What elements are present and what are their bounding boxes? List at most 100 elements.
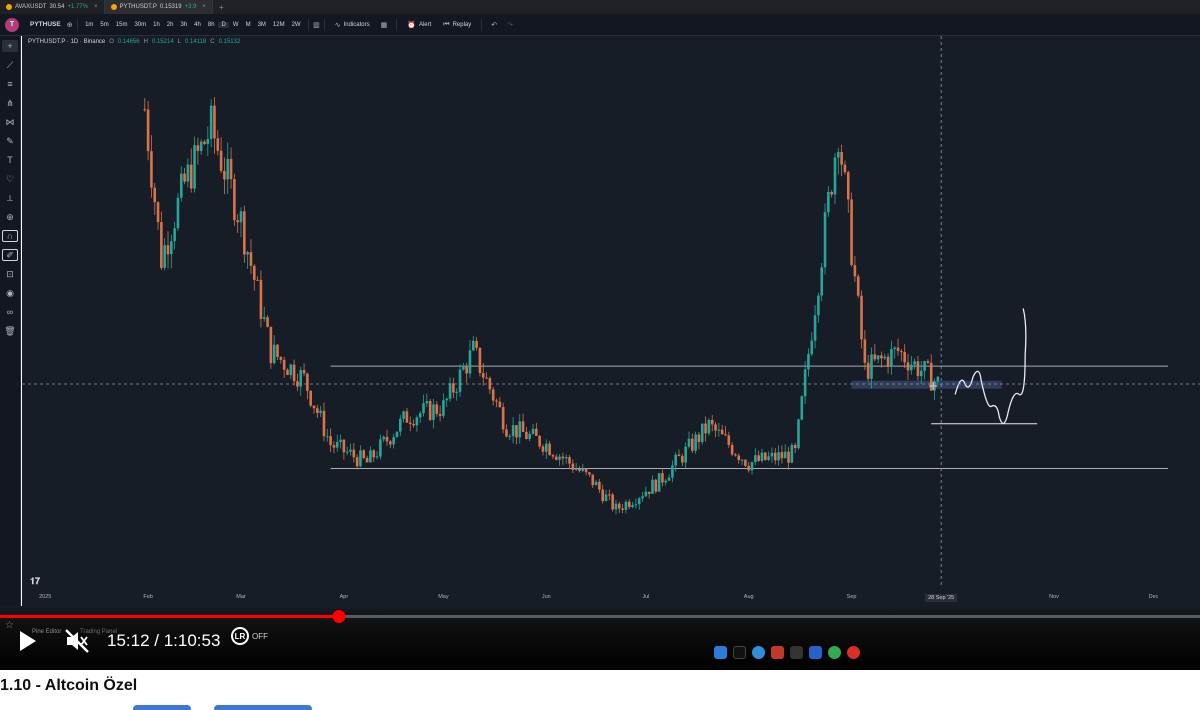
timeframe-2h[interactable]: 2h	[163, 22, 177, 28]
new-tab-button[interactable]: +	[213, 3, 230, 12]
terminal-app-icon[interactable]	[790, 646, 803, 659]
close-icon[interactable]: ×	[94, 4, 98, 10]
candle-body	[349, 449, 352, 452]
candle-body	[880, 355, 883, 359]
pitchfork-icon[interactable]: ⋔	[2, 97, 18, 109]
timeframe-1m[interactable]: 1m	[82, 22, 97, 28]
candle-body	[425, 400, 429, 404]
candle-body	[551, 455, 555, 457]
browser-tab-pythusdt[interactable]: PYTHUSDT.P 0.15319 +3.9 ×	[104, 0, 213, 14]
tradingview-app-icon[interactable]	[733, 646, 746, 659]
stay-in-drawing-icon[interactable]: ✐	[2, 249, 18, 261]
candle-body	[571, 463, 575, 471]
chart-canvas[interactable]	[22, 36, 1200, 606]
templates-grid-icon[interactable]: ▦	[376, 21, 393, 29]
lock-icon[interactable]: ⊡	[2, 268, 18, 280]
channel-action-chip[interactable]	[214, 705, 312, 710]
toolbar-divider	[323, 18, 325, 31]
trend-line-icon[interactable]: ⟋	[2, 59, 18, 71]
chrome-browser-icon[interactable]	[828, 646, 841, 659]
candle-body	[389, 441, 392, 445]
ruler-icon[interactable]: ⟂	[2, 192, 18, 204]
timeframe-1h[interactable]: 1h	[150, 22, 164, 28]
zoom-in-icon[interactable]: ⊕	[2, 211, 18, 223]
edge-browser-icon[interactable]	[752, 646, 765, 659]
timeframe-2w[interactable]: 2W	[288, 22, 304, 28]
eye-icon[interactable]: ◉	[2, 287, 18, 299]
candle-body	[608, 494, 611, 496]
redo-icon[interactable]: ↷	[502, 21, 518, 29]
candle-body	[900, 351, 903, 353]
files-app-icon[interactable]	[809, 646, 822, 659]
language-reactor-toggle[interactable]: LR OFF	[231, 627, 268, 645]
undo-icon[interactable]: ↶	[486, 21, 502, 29]
muted-speaker-icon[interactable]	[64, 628, 90, 654]
recorder-app-icon[interactable]	[847, 646, 860, 659]
favorites-heart-icon[interactable]: ♡	[2, 173, 18, 185]
time-axis-label: Feb	[143, 594, 153, 600]
replay-button[interactable]: ⏮ Replay	[437, 21, 477, 29]
user-avatar[interactable]: T	[5, 17, 19, 32]
trash-icon[interactable]: 🗑	[2, 325, 18, 337]
alert-label: Alert	[418, 21, 432, 28]
pdf-app-icon[interactable]	[771, 646, 784, 659]
play-icon[interactable]	[14, 628, 40, 654]
link-icon[interactable]: ∞	[2, 306, 18, 318]
timeframe-12m[interactable]: 12M	[269, 22, 288, 28]
candle-body	[544, 443, 548, 452]
browser-tab-avaxusdt[interactable]: AVAXUSDT 30.54 +1.77% ×	[0, 0, 105, 14]
candle-body	[764, 452, 767, 460]
windows-start-icon[interactable]	[714, 646, 727, 659]
brush-icon[interactable]: ✎	[2, 135, 18, 147]
candle-body	[156, 202, 160, 223]
timeframe-m[interactable]: M	[242, 22, 254, 28]
candle-body	[345, 451, 349, 453]
crosshair-icon[interactable]: +	[2, 40, 18, 52]
candle-body	[554, 456, 558, 460]
candle-body	[740, 459, 744, 461]
time-axis-label: Nov	[1049, 594, 1059, 600]
timeframe-3h[interactable]: 3h	[177, 22, 191, 28]
toolbar-divider	[396, 18, 398, 31]
candle-body	[422, 403, 425, 414]
indicators-button[interactable]: ∿ Indicators	[329, 21, 376, 29]
scrubber-handle[interactable]	[332, 610, 346, 623]
timeframe-8h[interactable]: 8h	[204, 22, 218, 28]
alert-button[interactable]: ⏰ Alert	[401, 21, 437, 29]
horizontal-lines-icon[interactable]: ≡	[2, 78, 18, 90]
candle-body	[289, 364, 293, 376]
candle-body	[239, 211, 243, 223]
timeframe-3m[interactable]: 3M	[254, 22, 269, 28]
magnet-icon[interactable]: ∩	[2, 230, 18, 242]
timeframe-5m[interactable]: 5m	[97, 22, 112, 28]
candle-body	[276, 344, 279, 357]
ohlc-legend: PYTHUSDT.P · 1D · Binance O 0.14656 H 0.15…	[28, 39, 240, 45]
patterns-icon[interactable]: ⋈	[2, 116, 18, 128]
candle-body	[511, 425, 515, 437]
candle-body	[863, 339, 867, 363]
symbol-search[interactable]: PYTHUSE	[24, 21, 67, 28]
timeframe-w[interactable]: W	[229, 22, 242, 28]
price-chart[interactable]: PYTHUSDT.P · 1D · Binance O 0.14656 H 0.15…	[22, 36, 1200, 606]
candle-body	[677, 454, 681, 457]
timeframe-d[interactable]: D	[218, 21, 230, 28]
candle-body	[773, 452, 777, 461]
video-timecode: 15:12 / 1:10:53	[107, 631, 220, 651]
candle-body	[886, 356, 890, 367]
text-tool-icon[interactable]: T	[2, 154, 18, 166]
star-icon[interactable]: ☆	[5, 620, 14, 631]
candle-body	[837, 151, 840, 158]
timeframe-4h[interactable]: 4h	[191, 22, 205, 28]
candle-body	[415, 417, 419, 426]
tab-symbol: PYTHUSDT.P	[119, 4, 157, 10]
candle-body	[783, 451, 787, 459]
candle-body	[319, 410, 322, 414]
video-progress-bar[interactable]	[0, 610, 1200, 623]
close-icon[interactable]: ×	[202, 4, 206, 10]
candle-body	[793, 444, 797, 449]
timeframe-15m[interactable]: 15m	[112, 22, 131, 28]
channel-action-chip[interactable]	[133, 705, 191, 710]
compare-add-icon[interactable]: ⊕	[67, 21, 73, 29]
chart-type-icon[interactable]: ▥	[313, 21, 320, 29]
timeframe-30m[interactable]: 30m	[131, 22, 150, 28]
